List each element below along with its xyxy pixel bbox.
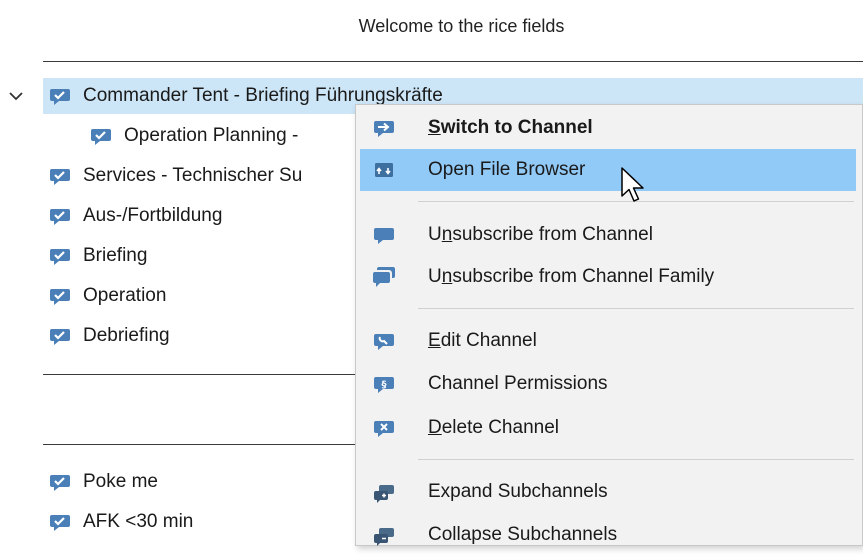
- menu-item-open-file-browser[interactable]: Open File Browser: [360, 149, 856, 191]
- context-menu: Switch to Channel Open File Browser Unsu…: [355, 104, 863, 546]
- channel-icon: [50, 515, 70, 531]
- tree-item-label: Poke me: [83, 471, 158, 492]
- tree-item[interactable]: Poke me: [43, 464, 158, 500]
- permissions-icon: §: [372, 372, 396, 396]
- tree-item-label: Operation Planning -: [124, 125, 299, 146]
- menu-item-unsubscribe-family[interactable]: Unsubscribe from Channel Family: [360, 256, 856, 298]
- menu-item-edit-channel[interactable]: Edit Channel: [360, 320, 856, 362]
- tree-item[interactable]: Services - Technischer Su: [43, 158, 302, 194]
- tree-item-label: Aus-/Fortbildung: [83, 205, 223, 226]
- menu-separator: [418, 308, 854, 309]
- tree-item[interactable]: Debriefing: [43, 318, 170, 354]
- tree-item-label: Briefing: [83, 245, 148, 266]
- menu-item-delete-channel[interactable]: Delete Channel: [360, 407, 856, 449]
- menu-item-expand-subchannels[interactable]: Expand Subchannels: [360, 471, 856, 513]
- file-browser-icon: [372, 158, 396, 182]
- expand-subchannels-icon: [372, 480, 396, 504]
- channel-icon: [50, 475, 70, 491]
- tree-item[interactable]: AFK <30 min: [43, 504, 193, 540]
- divider-top: [43, 61, 863, 62]
- menu-item-label: Edit Channel: [428, 330, 537, 351]
- svg-text:§: §: [382, 380, 387, 391]
- tree-item-label: Services - Technischer Su: [83, 165, 303, 186]
- tree-item[interactable]: Aus-/Fortbildung: [43, 198, 222, 234]
- menu-item-switch-to-channel[interactable]: Switch to Channel: [360, 107, 856, 149]
- tree-item-label: AFK <30 min: [83, 511, 194, 532]
- menu-separator: [418, 459, 854, 460]
- channel-icon: [50, 169, 70, 185]
- edit-channel-icon: [372, 329, 396, 353]
- channel-icon: [50, 249, 70, 265]
- menu-item-label: Unsubscribe from Channel: [428, 224, 653, 245]
- chevron-down-icon[interactable]: [8, 88, 24, 104]
- menu-item-collapse-subchannels[interactable]: Collapse Subchannels: [360, 514, 856, 556]
- mouse-cursor-icon: [621, 167, 644, 202]
- menu-item-unsubscribe-channel[interactable]: Unsubscribe from Channel: [360, 214, 856, 256]
- menu-item-label: Channel Permissions: [428, 373, 608, 394]
- tree-item-label: Operation: [83, 285, 167, 306]
- unsubscribe-family-icon: [372, 265, 396, 289]
- menu-item-label: Unsubscribe from Channel Family: [428, 266, 715, 287]
- channel-icon: [50, 209, 70, 225]
- delete-channel-icon: [372, 416, 396, 440]
- menu-item-label: Delete Channel: [428, 417, 559, 438]
- tree-item[interactable]: Briefing: [43, 238, 147, 274]
- channel-icon: [50, 89, 70, 105]
- tree-item[interactable]: Operation: [43, 278, 166, 314]
- unsubscribe-icon: [372, 223, 396, 247]
- channel-icon: [50, 289, 70, 305]
- channel-icon: [50, 329, 70, 345]
- menu-item-label: Expand Subchannels: [428, 481, 608, 502]
- tree-item[interactable]: Operation Planning -: [86, 118, 298, 154]
- collapse-subchannels-icon: [372, 523, 396, 547]
- menu-item-label: Switch to Channel: [428, 117, 593, 138]
- server-header-title: Welcome to the rice fields: [358, 16, 565, 36]
- menu-item-label: Open File Browser: [428, 159, 586, 180]
- channel-switch-icon: [372, 116, 396, 140]
- channel-icon: [91, 129, 111, 145]
- menu-item-channel-permissions[interactable]: § Channel Permissions: [360, 363, 856, 405]
- tree-item-label: Debriefing: [83, 325, 170, 346]
- menu-item-label: Collapse Subchannels: [428, 524, 618, 545]
